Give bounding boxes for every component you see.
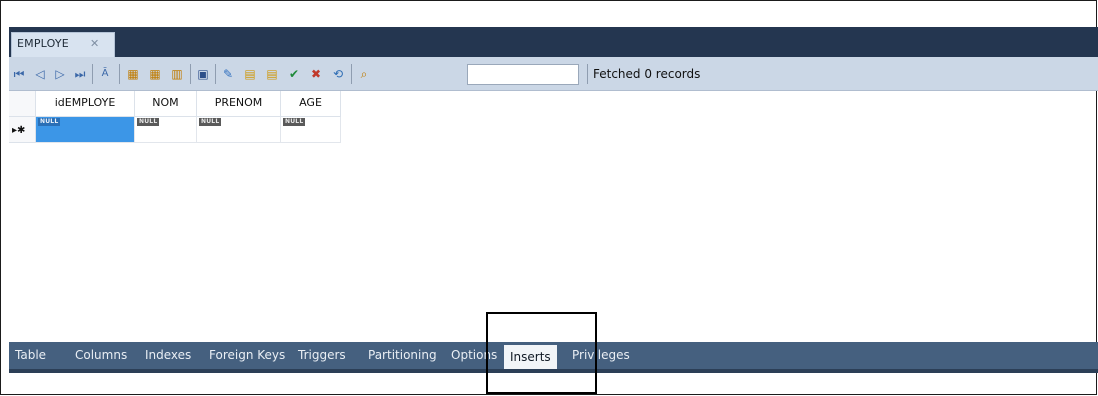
null-badge: NULL [137,118,160,126]
null-badge: NULL [283,118,306,126]
toolbar-separator [351,64,352,84]
result-toolbar: ⏮ ◁ ▷ ⏭ Ā ▦ ▦ ▥ ▣ ✎ ▤ ▤ ✔ ✖ ⟲ ⌕ Fetched … [9,57,1098,91]
search-icon[interactable]: ⌕ [356,66,372,82]
editor-footer-strip [9,369,1098,373]
apply-changes-icon[interactable]: ✔ [286,66,302,82]
column-header-age[interactable]: AGE [281,91,341,117]
new-row-marker: ▸✱ [12,125,26,136]
tab-options[interactable]: Options [445,342,503,369]
column-filter-icon[interactable]: ▥ [169,66,185,82]
sort-descending-icon[interactable]: ▦ [147,66,163,82]
tab-inserts[interactable]: Inserts [504,345,557,369]
tab-indexes[interactable]: Indexes [139,342,197,369]
document-tabbar: EMPLOYE ✕ [9,27,1098,57]
save-icon[interactable]: ▣ [195,66,211,82]
fetched-records-status: Fetched 0 records [593,67,701,81]
close-icon[interactable]: ✕ [90,37,99,50]
null-badge: NULL [38,118,61,126]
cell-nom[interactable]: NULL [135,117,197,143]
tab-foreign-keys[interactable]: Foreign Keys [203,342,291,369]
null-badge: NULL [199,118,222,126]
search-input[interactable] [467,64,579,85]
toolbar-separator [587,64,588,84]
cell-age[interactable]: NULL [281,117,341,143]
refresh-icon[interactable]: ⟲ [330,66,346,82]
table-row: ▸✱ NULL NULL NULL NULL [9,117,341,143]
tab-partitioning[interactable]: Partitioning [362,342,443,369]
tab-table[interactable]: Table [9,342,52,369]
tab-triggers[interactable]: Triggers [292,342,352,369]
edit-text-icon[interactable]: Ā [97,66,113,82]
tab-columns[interactable]: Columns [69,342,133,369]
next-record-icon[interactable]: ▷ [52,66,68,82]
edit-record-icon[interactable]: ✎ [220,66,236,82]
insert-row-icon[interactable]: ▤ [242,66,258,82]
previous-record-icon[interactable]: ◁ [32,66,48,82]
editor-tabbar: Table Columns Indexes Foreign Keys Trigg… [9,342,1098,369]
cell-idemploye[interactable]: NULL [36,117,135,143]
toolbar-separator [119,64,120,84]
row-indicator: ▸✱ [9,117,36,143]
grid-header-row: idEMPLOYE NOM PRENOM AGE [9,91,341,117]
first-record-icon[interactable]: ⏮ [11,66,27,82]
toolbar-separator [190,64,191,84]
tab-privileges[interactable]: Privileges [566,342,636,369]
tab-employe-label: EMPLOYE [17,37,69,50]
row-indicator-header [9,91,36,117]
toolbar-separator [215,64,216,84]
discard-changes-icon[interactable]: ✖ [308,66,324,82]
column-header-prenom[interactable]: PRENOM [197,91,281,117]
cell-prenom[interactable]: NULL [197,117,281,143]
toolbar-separator [92,64,93,84]
column-header-nom[interactable]: NOM [135,91,197,117]
delete-row-icon[interactable]: ▤ [264,66,280,82]
last-record-icon[interactable]: ⏭ [72,66,88,82]
column-header-idemploye[interactable]: idEMPLOYE [36,91,135,117]
sort-ascending-icon[interactable]: ▦ [125,66,141,82]
tab-employe[interactable]: EMPLOYE ✕ [11,32,115,57]
